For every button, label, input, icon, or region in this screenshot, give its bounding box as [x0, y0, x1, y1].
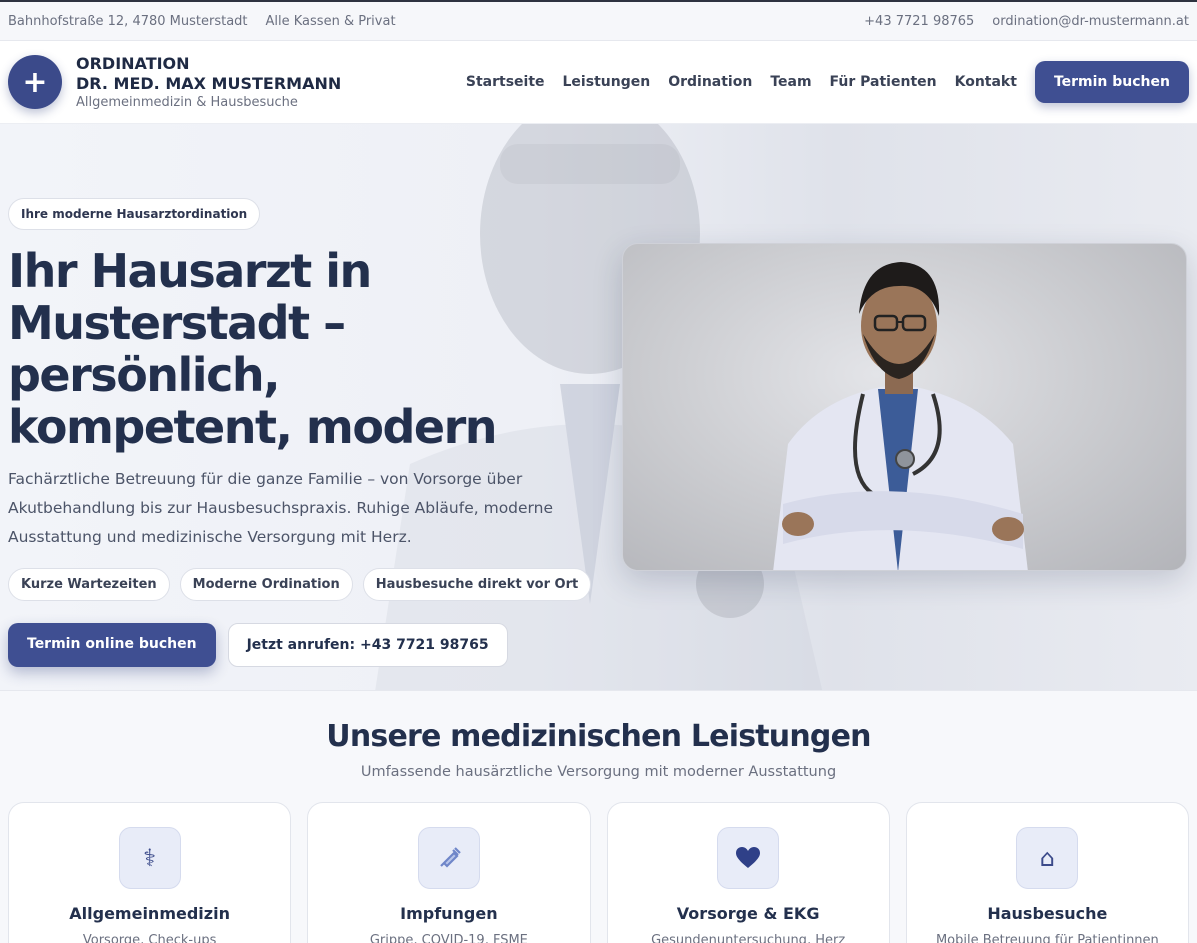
service-card-hausbesuche[interactable]: ⌂ Hausbesuche Mobile Betreuung für Patie…	[905, 802, 1189, 943]
chip-hausbesuche: Hausbesuche direkt vor Ort	[362, 568, 592, 601]
service-card-desc: Vorsorge, Check-ups	[82, 933, 217, 943]
caduceus-icon: ⚕	[118, 827, 181, 889]
top-info-bar: Bahnhofstraße 12, 4780 Musterstadt Alle …	[0, 0, 1197, 41]
hero-title-line-3: kompetent, modern	[8, 400, 498, 454]
hero-title: Ihr Hausarzt in Musterstadt – persönlich…	[8, 245, 608, 453]
hero-title-line-1: Ihr Hausarzt in	[8, 244, 372, 298]
brand-line-2: DR. MED. MAX MUSTERMANN	[76, 74, 342, 93]
service-card-title: Allgemeinmedizin	[69, 904, 230, 923]
insurance-text: Alle Kassen & Privat	[265, 13, 396, 29]
brand[interactable]: ORDINATION DR. MED. MAX MUSTERMANN Allge…	[76, 54, 341, 110]
nav-ordination[interactable]: Ordination	[668, 74, 752, 90]
service-card-impfungen[interactable]: Impfungen Grippe, COVID-19, FSME	[307, 802, 591, 943]
nav-startseite[interactable]: Startseite	[466, 74, 545, 90]
services-title: Unsere medizinischen Leistungen	[326, 719, 871, 754]
hero-title-line-2: Musterstadt – persönlich,	[8, 296, 346, 402]
brand-tagline: Allgemeinmedizin & Hausbesuche	[76, 95, 298, 110]
hero-section: Ihre moderne Hausarztordination Ihr Haus…	[0, 124, 1197, 690]
service-card-title: Hausbesuche	[987, 904, 1108, 923]
main-nav: Startseite Leistungen Ordination Team Fü…	[466, 61, 1189, 103]
hero-chips: Kurze Wartezeiten Moderne Ordination Hau…	[8, 568, 608, 601]
nav-fuer-patienten[interactable]: Für Patienten	[830, 74, 937, 90]
hero-content: Ihre moderne Hausarztordination Ihr Haus…	[8, 198, 608, 667]
nav-leistungen[interactable]: Leistungen	[563, 74, 651, 90]
address-text: Bahnhofstraße 12, 4780 Musterstadt	[8, 13, 248, 29]
call-now-button[interactable]: Jetzt anrufen: +43 7721 98765	[227, 623, 508, 667]
doctor-photo	[622, 243, 1187, 571]
service-card-desc: Grippe, COVID-19, FSME	[369, 933, 528, 943]
termin-online-button[interactable]: Termin online buchen	[8, 623, 216, 667]
site-header: + ORDINATION DR. MED. MAX MUSTERMANN All…	[0, 41, 1197, 124]
hero-badge: Ihre moderne Hausarztordination	[8, 198, 261, 230]
service-card-vorsorge-ekg[interactable]: Vorsorge & EKG Gesundenuntersuchung, Her…	[606, 802, 890, 943]
services-cards: ⚕ Allgemeinmedizin Vorsorge, Check-ups I…	[0, 802, 1197, 943]
email-link[interactable]: ordination@dr-mustermann.at	[992, 14, 1189, 29]
house-icon: ⌂	[1016, 827, 1079, 889]
nav-team[interactable]: Team	[770, 74, 811, 90]
termin-buchen-button[interactable]: Termin buchen	[1034, 61, 1189, 103]
phone-link[interactable]: +43 7721 98765	[864, 14, 974, 29]
service-card-title: Vorsorge & EKG	[676, 904, 820, 923]
doctor-illustration	[773, 262, 1028, 570]
services-section: Unsere medizinischen Leistungen Umfassen…	[0, 690, 1197, 943]
service-card-title: Impfungen	[400, 904, 498, 923]
nav-kontakt[interactable]: Kontakt	[955, 74, 1017, 90]
hero-cta-row: Termin online buchen Jetzt anrufen: +43 …	[8, 623, 608, 667]
chip-ordination: Moderne Ordination	[179, 568, 353, 601]
syringe-icon	[417, 827, 480, 889]
service-card-desc: Gesundenuntersuchung, Herz	[651, 933, 846, 943]
hero-lead: Fachärztliche Betreuung für die ganze Fa…	[8, 470, 554, 546]
service-card-allgemeinmedizin[interactable]: ⚕ Allgemeinmedizin Vorsorge, Check-ups	[8, 802, 292, 943]
plus-icon[interactable]: +	[8, 55, 62, 109]
heart-icon	[717, 827, 780, 889]
chip-wartezeiten: Kurze Wartezeiten	[8, 568, 170, 601]
brand-line-1: ORDINATION	[76, 54, 190, 73]
service-card-desc: Mobile Betreuung für Patientinnen	[935, 933, 1159, 943]
services-subtitle: Umfassende hausärztliche Versorgung mit …	[360, 764, 837, 780]
